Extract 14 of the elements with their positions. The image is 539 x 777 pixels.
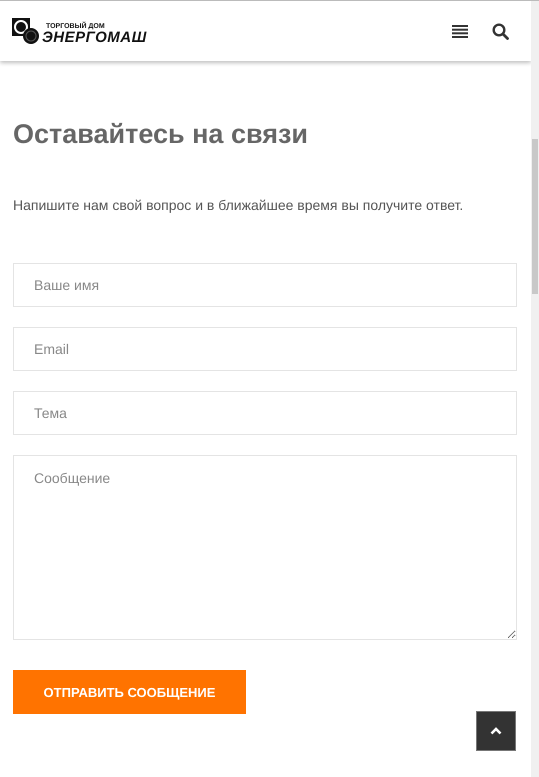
back-to-top-button[interactable] [476,711,516,751]
logo-name: ЭНЕРГОМАШ [42,30,147,45]
message-field[interactable]: Сообщение [13,455,517,640]
logo-icon [12,17,40,45]
scrollbar[interactable] [531,1,539,777]
submit-button[interactable]: ОТПРАВИТЬ СООБЩЕНИЕ [13,670,246,714]
input-field[interactable]: Ваше имя [13,263,517,307]
input-field[interactable]: Email [13,327,517,371]
search-icon[interactable] [492,22,509,40]
menu-icon[interactable] [452,24,468,38]
chevron-up-icon [490,727,502,735]
input-field[interactable]: Тема [13,391,517,435]
page-title: Оставайтесь на связи [13,118,309,151]
intro-text: Напишите нам свой вопрос и в ближайшее время вы получите ответ. [13,197,464,213]
